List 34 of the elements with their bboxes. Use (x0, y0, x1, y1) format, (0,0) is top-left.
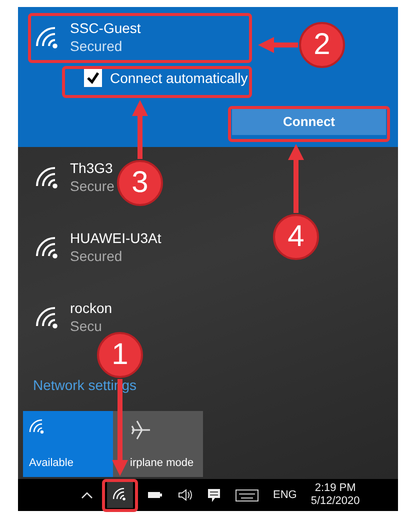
quick-action-tile[interactable]: irplane mode (113, 411, 203, 477)
wifi-icon (113, 488, 127, 502)
network-status: Secured (70, 247, 124, 265)
arrow (288, 144, 304, 213)
clock-time[interactable]: 2:19 PM (314, 482, 356, 495)
chevron-up-icon[interactable] (81, 491, 93, 499)
message-icon[interactable] (207, 488, 221, 502)
network-name: SSC-Guest (70, 19, 141, 37)
speaker-icon[interactable] (177, 488, 193, 502)
keyboard-icon[interactable] (235, 488, 259, 502)
wifi-icon (34, 235, 58, 259)
wifi-icon (34, 165, 58, 189)
checkbox[interactable] (84, 69, 102, 87)
wifi-tray-button[interactable] (107, 482, 133, 508)
network-status: Secured (70, 37, 124, 55)
clock-date[interactable]: 5/12/2020 (310, 495, 360, 508)
connect-button[interactable]: Connect (232, 108, 386, 135)
wifi-icon (29, 419, 45, 435)
airplane-icon (130, 419, 152, 441)
quick-action-tile[interactable]: Available (23, 411, 113, 477)
checkbox-label: Connect automatically (110, 70, 248, 86)
wifi-icon (34, 25, 58, 49)
battery-icon[interactable] (147, 490, 163, 500)
network-name: HUAWEI-U3At (70, 229, 162, 247)
network-name: rockon (70, 299, 112, 317)
wifi-icon (34, 305, 58, 329)
check-icon (86, 71, 100, 85)
arrow (258, 37, 298, 53)
network-name: Th3G3 (70, 159, 114, 177)
highlight-frame (102, 479, 138, 512)
arrow (132, 100, 148, 159)
network-status: Secu (70, 317, 103, 335)
language-indicator[interactable]: ENG (273, 489, 297, 501)
network-status: Secure (70, 177, 114, 195)
